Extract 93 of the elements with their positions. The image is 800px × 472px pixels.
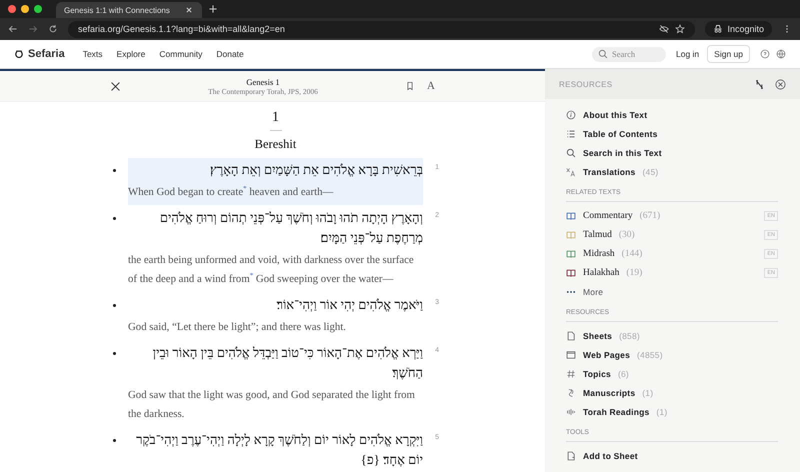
item-label: Add to Sheet — [583, 450, 638, 460]
sidebar-item[interactable]: Sheets (858) — [566, 326, 778, 345]
item-label: Halakhah — [583, 268, 620, 278]
item-count: (4855) — [637, 350, 663, 360]
sidebar-item[interactable]: Manuscripts (1) — [566, 383, 778, 402]
hebrew-verse: וְהָאָרֶץ הָיְתָה תֹהוּ וָבֹהוּ וְחֹשֶׁךְ עַל־פְּנֵי תְהוֹם וְרוּחַ אֱלֹהִים מְרַחֶפֶת עַל־פְּנֵי הַמָּיִם׃ — [158, 209, 423, 247]
translate-icon — [566, 166, 576, 176]
nav-link[interactable]: Texts — [82, 49, 103, 59]
back-arrow-icon[interactable] — [8, 24, 18, 34]
english-verse: God said, “Let there be light”; and there was light. — [128, 320, 347, 335]
item-label: Table of Contents — [583, 128, 658, 138]
nav-link[interactable]: Explore — [116, 49, 146, 59]
help-icon[interactable] — [760, 49, 770, 59]
login-link[interactable]: Log in — [676, 49, 700, 59]
english-verse: the earth being unformed and void, with darkness over the surface of the deep and a wind from$^{*}$ God sweeping over the water— — [128, 253, 415, 287]
close-icon[interactable] — [775, 78, 786, 90]
panel-title: RESOURCES — [559, 80, 614, 88]
sidebar-item[interactable]: About this Text — [566, 105, 778, 124]
close-icon[interactable] — [110, 80, 121, 92]
item-count: (1) — [642, 388, 654, 398]
item-count: (19) — [626, 268, 642, 278]
hebrew-verse: וַיֹּאמֶר אֱלֹהִים יְהִי אוֹר וַיְהִי־אוֹר׃ — [276, 296, 423, 314]
sidebar-item[interactable]: Web Pages (4855) — [566, 345, 778, 364]
page-icon — [566, 450, 576, 460]
reload-icon[interactable] — [48, 24, 58, 34]
english-verse: When God began to create$^{*}$ heaven and earth— — [128, 183, 334, 200]
item-count: (671) — [640, 210, 660, 220]
item-label: Talmud — [583, 230, 612, 240]
sidebar-item[interactable]: Topics (6) — [566, 364, 778, 383]
signup-button[interactable]: Sign up — [707, 45, 750, 63]
parasha-title: Bereshit — [254, 137, 298, 152]
nav-link[interactable]: Donate — [216, 49, 244, 59]
close-icon[interactable] — [184, 5, 194, 15]
sidebar-item[interactable]: Search in this Text — [566, 143, 778, 162]
hash-icon — [566, 368, 576, 378]
scroll-icon — [566, 388, 576, 398]
language-icon[interactable] — [754, 78, 765, 90]
text-title: Genesis 1 — [245, 76, 281, 86]
site-logo[interactable]: Sefaria — [28, 48, 65, 60]
font-size-button[interactable]: A — [427, 80, 435, 92]
item-label: Sheets — [583, 330, 612, 340]
english-verse: God saw that the light was good, and God separated the light from the darkness. — [128, 388, 416, 422]
item-label: Web Pages — [583, 350, 630, 360]
bookmark-icon[interactable] — [405, 81, 416, 91]
maximize-window-icon[interactable] — [34, 5, 42, 13]
nav-link[interactable]: Community — [159, 49, 202, 59]
sidebar-item[interactable]: Table of Contents — [566, 124, 778, 143]
page-icon — [566, 330, 576, 340]
item-count: (45) — [642, 166, 658, 176]
bullet-icon — [113, 352, 116, 355]
search-icon — [566, 148, 576, 158]
incognito-icon — [713, 24, 724, 34]
incognito-button[interactable]: Incognito — [705, 21, 772, 37]
star-icon[interactable] — [675, 24, 686, 34]
browser-tab[interactable]: Genesis 1:1 with Connections — [56, 2, 202, 18]
minimize-window-icon[interactable] — [21, 5, 29, 13]
item-label: Torah Readings — [583, 406, 650, 416]
eye-off-icon[interactable] — [659, 24, 670, 34]
bullet-icon — [113, 439, 116, 442]
item-label: Manuscripts — [583, 388, 636, 398]
search-icon — [598, 49, 608, 59]
logo-icon[interactable] — [14, 49, 24, 59]
item-label: Search in this Text — [583, 148, 662, 158]
item-label: Midrash — [583, 248, 615, 258]
sound-icon — [566, 406, 576, 416]
item-count: (144) — [622, 248, 642, 258]
hebrew-verse: וַיִּקְרָא אֱלֹהִים לָאוֹר יוֹם וְלַחֹשֶׁךְ קָרָא לָיְלָה וַיְהִי־עֶרֶב וַיְהִי־בֹקֶר יוֹם אֶחָד׃ {פ} — [135, 431, 423, 469]
item-count: (30) — [618, 230, 635, 240]
item-label: Commentary — [583, 210, 633, 220]
item-label: Topics — [583, 368, 611, 378]
bullet-icon — [113, 217, 116, 220]
globe-icon[interactable] — [776, 49, 786, 59]
hebrew-verse: וַיַּרְא אֱלֹהִים אֶת־הָאוֹר כִּי־טוֹב וַיַּבְדֵּל אֱלֹהִים בֵּין הָאוֹר וּבֵין הַחֹשֶׁךְ׃ — [152, 344, 423, 382]
hebrew-verse: בְּרֵאשִׁית בָּרָא אֱלֹהִים אֵת הַשָּׁמַיִם וְאֵת הָאָרֶץ׃ — [209, 161, 423, 179]
forward-arrow-icon[interactable] — [28, 24, 38, 34]
close-window-icon[interactable] — [8, 5, 16, 13]
chapter-number: 1 — [271, 110, 280, 126]
item-label: About this Text — [583, 110, 648, 120]
sidebar-item[interactable]: Add to Sheet — [566, 446, 778, 465]
window-icon — [566, 350, 576, 360]
bullet-icon — [113, 304, 116, 307]
new-tab-icon[interactable] — [208, 4, 218, 14]
info-icon — [566, 110, 576, 120]
item-count: (1) — [656, 406, 668, 416]
sidebar-item[interactable]: Translations (45) — [566, 162, 778, 181]
item-count: (858) — [619, 330, 640, 340]
more-button[interactable]: More — [566, 282, 778, 301]
list-icon — [566, 128, 576, 138]
sidebar-item[interactable]: Torah Readings (1) — [566, 402, 778, 421]
bullet-icon — [113, 169, 116, 172]
address-bar[interactable]: sefaria.org/Genesis.1.1?lang=bi&with=all&lang2=en — [68, 20, 696, 38]
item-label: Translations — [583, 166, 636, 176]
item-count: (6) — [618, 368, 629, 378]
